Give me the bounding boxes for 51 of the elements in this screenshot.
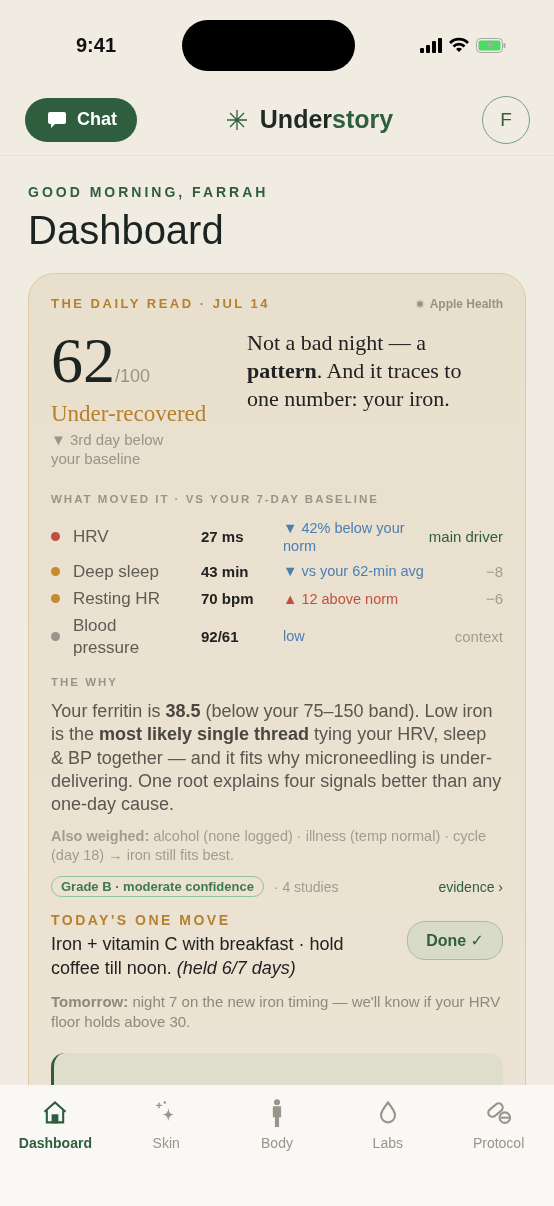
metric-delta: ▼ 42% below your norm — [283, 518, 406, 555]
metric-value: 70 bpm — [201, 590, 255, 608]
pill-icon — [484, 1099, 513, 1127]
section-heading: WHAT MOVED IT · VS YOUR 7-DAY BASELINE — [51, 492, 379, 505]
metric-value: 27 ms — [201, 528, 245, 546]
metric-note: −6 — [485, 590, 503, 608]
signal-icon — [420, 37, 442, 53]
score-max: /100 — [115, 366, 151, 387]
card-eyebrow: THE DAILY READ · JUL 14 — [51, 296, 271, 311]
chat-button[interactable]: Chat — [25, 97, 137, 142]
tab[interactable]: Labs — [337, 1099, 438, 1151]
chat-bubble-icon — [47, 109, 67, 130]
metric-delta: ▲ 12 above norm — [283, 589, 400, 608]
headline: Not a bad night — a pattern. And it traces to one number: your iron. — [247, 329, 463, 414]
brand-name: Understory — [259, 105, 394, 134]
metric-name: HRV — [73, 527, 109, 546]
section-heading: TODAY'S ONE MOVE — [51, 912, 231, 929]
tomorrow-note: Tomorrow: night 7 on the new iron timing — we'll know if your HRV floor holds above 30. — [51, 992, 502, 1032]
wifi-icon — [448, 37, 470, 53]
source-dot-icon — [414, 298, 425, 309]
person-icon — [271, 1099, 283, 1127]
studies-count: · 4 studies — [273, 878, 340, 895]
done-button[interactable]: Done ✓ — [407, 921, 503, 961]
score: 62 — [51, 329, 115, 393]
metric-note: main driver — [428, 528, 503, 546]
move-text: Iron + vitamin C with breakfast · hold coffee till noon. (held 6/7 days) — [51, 933, 345, 980]
battery-icon — [476, 37, 506, 53]
asterisk-logo-icon — [225, 108, 248, 131]
tab[interactable]: Dashboard — [5, 1099, 106, 1151]
source-label: Apple Health — [429, 296, 503, 311]
metric-name: Deep sleep — [73, 561, 159, 581]
metric-value: 43 min — [201, 562, 250, 580]
tab[interactable]: Protocol — [448, 1099, 549, 1151]
metric-name: Resting HR — [73, 589, 160, 608]
metric-value: 92/61 — [201, 628, 240, 645]
also-weighed-note: Also weighed: alcohol (none logged) · illness (temp normal) · cycle (day 18) → iron still fits best. — [51, 826, 488, 865]
recovery-status: Under-recovered — [51, 401, 208, 427]
metric-name: Blood pressure — [73, 616, 140, 657]
metric-delta: ▼ vs your 62-min avg — [283, 562, 425, 581]
status-time: 9:41 — [76, 33, 117, 57]
metric-delta: low — [283, 627, 306, 646]
trend-note: ▼ 3rd day below your baseline — [51, 431, 165, 469]
metric-note: context — [454, 628, 503, 645]
why-paragraph: Your ferritin is 38.5 (below your 75–150 band). Low iron is the most likely single thread tying your HRV, sleep & BP together — and it fits why microneedling is under-delivering. One root explains four signals better than any one-day cause. — [51, 699, 503, 817]
page-title: Dashboard — [28, 208, 225, 253]
section-heading: THE WHY — [51, 675, 119, 688]
metric-note: −8 — [485, 562, 503, 580]
evidence-link[interactable]: evidence › — [438, 878, 503, 895]
tab[interactable]: Body — [227, 1099, 327, 1151]
greeting: GOOD MORNING, FARRAH — [28, 184, 270, 200]
tab[interactable]: Skin — [116, 1099, 217, 1151]
